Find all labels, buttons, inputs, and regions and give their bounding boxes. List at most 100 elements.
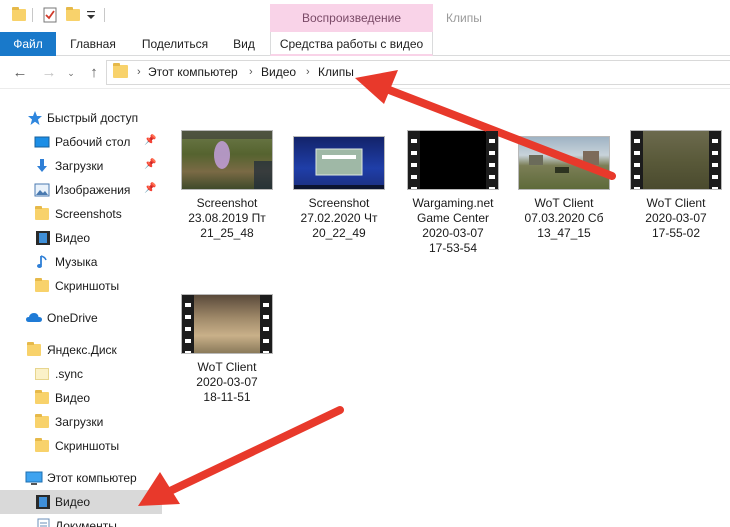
sidebar-item-screenshots[interactable]: Screenshots xyxy=(0,202,162,226)
file-name: Screenshot 27.02.2020 Чт 20_22_49 xyxy=(289,196,389,241)
file-name: Screenshot 23.08.2019 Пт 21_25_48 xyxy=(177,196,277,241)
file-name-line: WoT Client xyxy=(646,196,706,210)
file-name-line: 23.08.2019 Пт xyxy=(188,211,266,225)
pin-icon[interactable]: 📌 xyxy=(144,159,156,170)
sidebar-item-quick-access[interactable]: Быстрый доступ xyxy=(0,106,162,130)
folder-icon xyxy=(27,342,41,356)
file-name-line: 07.03.2020 Сб xyxy=(524,211,604,225)
sidebar-item-yd-video[interactable]: Видео xyxy=(0,386,162,410)
file-list: Screenshot 23.08.2019 Пт 21_25_48 Screen… xyxy=(163,90,730,527)
breadcrumb-clips[interactable]: Клипы xyxy=(318,61,354,84)
sidebar-item-label: Загрузки xyxy=(55,415,104,429)
sidebar-item-screenshots-ru[interactable]: Скриншоты xyxy=(0,274,162,298)
sidebar-item-this-pc[interactable]: Этот компьютер xyxy=(0,466,162,490)
sidebar-item-label: .sync xyxy=(55,367,84,381)
file-tile[interactable]: Screenshot 23.08.2019 Пт 21_25_48 xyxy=(177,130,277,241)
file-tile[interactable]: WoT Client 07.03.2020 Сб 13_47_15 xyxy=(514,130,614,241)
file-name-line: Screenshot xyxy=(196,196,258,210)
video-folder-icon xyxy=(35,230,51,246)
up-arrow-icon[interactable]: ↑ xyxy=(85,64,103,82)
file-name-line: 20_22_49 xyxy=(312,226,366,240)
properties-icon[interactable] xyxy=(42,7,58,23)
sidebar-item-label: Рабочий стол xyxy=(55,135,131,149)
chevron-right-icon[interactable]: › xyxy=(306,61,310,84)
new-folder-icon[interactable] xyxy=(66,7,80,21)
sidebar-item-label: Видео xyxy=(55,495,91,509)
file-name-line: 17-55-02 xyxy=(651,226,701,240)
sidebar-item-documents[interactable]: Документы xyxy=(0,514,162,527)
sidebar-item-downloads[interactable]: Загрузки 📌 xyxy=(0,154,162,178)
customize-dropdown-icon[interactable] xyxy=(86,7,102,23)
pin-icon[interactable]: 📌 xyxy=(144,183,156,194)
file-tile[interactable]: Screenshot 27.02.2020 Чт 20_22_49 xyxy=(289,130,389,241)
navigation-bar: ← → ⌄ ↑ › Этот компьютер › Видео › Клипы xyxy=(0,56,730,89)
sidebar-item-label: Документы xyxy=(55,519,117,527)
file-tile[interactable]: WoT Client 2020-03-07 17-55-02 xyxy=(626,130,726,241)
ribbon-tabs: Файл Главная Поделиться Вид Средства раб… xyxy=(0,32,730,56)
file-name: Wargaming.net Game Center 2020-03-07 17-… xyxy=(403,196,503,256)
sidebar-item-pictures[interactable]: Изображения 📌 xyxy=(0,178,162,202)
folder-icon[interactable] xyxy=(12,7,26,21)
sidebar-item-label: Изображения xyxy=(55,183,131,197)
file-name-line: 21_25_48 xyxy=(200,226,254,240)
recent-dropdown-icon[interactable]: ⌄ xyxy=(62,64,80,82)
breadcrumb-video[interactable]: Видео xyxy=(261,61,296,84)
sidebar-item-label: Загрузки xyxy=(55,159,104,173)
chevron-right-icon[interactable]: › xyxy=(249,61,253,84)
sidebar-item-yandex-disk[interactable]: Яндекс.Диск xyxy=(0,338,162,362)
folder-icon xyxy=(35,390,49,404)
pin-icon[interactable]: 📌 xyxy=(144,135,156,146)
tab-share[interactable]: Поделиться xyxy=(134,32,216,56)
video-thumbnail xyxy=(407,130,499,190)
file-name-line: WoT Client xyxy=(534,196,594,210)
cloud-icon xyxy=(25,310,42,326)
tab-file[interactable]: Файл xyxy=(0,32,56,56)
window-title: Клипы xyxy=(446,11,482,25)
file-name-line: 17-53-54 xyxy=(428,241,478,255)
folder-icon xyxy=(35,368,49,380)
tab-video-tools[interactable]: Средства работы с видео xyxy=(270,32,433,56)
folder-icon xyxy=(35,278,49,292)
sidebar-item-video[interactable]: Видео xyxy=(0,226,162,250)
computer-icon xyxy=(25,470,43,486)
file-name-line: Game Center xyxy=(416,211,490,225)
toolbar-divider xyxy=(104,8,105,22)
sidebar-item-sync[interactable]: .sync xyxy=(0,362,162,386)
sidebar-item-label: Скриншоты xyxy=(55,279,120,293)
file-tile[interactable]: Wargaming.net Game Center 2020-03-07 17-… xyxy=(403,130,503,256)
folder-icon xyxy=(35,414,49,428)
sidebar-item-onedrive[interactable]: OneDrive xyxy=(0,306,162,330)
file-name: WoT Client 2020-03-07 18-11-51 xyxy=(177,360,277,405)
file-name-line: 13_47_15 xyxy=(537,226,591,240)
sidebar-item-pc-video[interactable]: Видео xyxy=(0,490,162,514)
file-name-line: Screenshot xyxy=(308,196,370,210)
tab-view[interactable]: Вид xyxy=(226,32,262,56)
video-thumbnail xyxy=(181,294,273,354)
sidebar-item-label: Быстрый доступ xyxy=(47,111,139,125)
video-folder-icon xyxy=(35,494,51,510)
tab-home[interactable]: Главная xyxy=(60,32,126,56)
file-name-line: WoT Client xyxy=(197,360,257,374)
forward-arrow-icon[interactable]: → xyxy=(40,64,58,82)
sidebar-item-label: Музыка xyxy=(55,255,98,269)
sidebar-item-desktop[interactable]: Рабочий стол 📌 xyxy=(0,130,162,154)
desktop-icon xyxy=(34,134,50,150)
contextual-tab-group: Воспроизведение xyxy=(270,4,433,32)
sidebar-item-label: Этот компьютер xyxy=(47,471,137,485)
pictures-icon xyxy=(34,182,50,198)
quick-access-toolbar: Воспроизведение Клипы xyxy=(0,0,730,32)
sidebar-item-yd-screenshots[interactable]: Скриншоты xyxy=(0,434,162,458)
address-bar[interactable]: › Этот компьютер › Видео › Клипы xyxy=(106,60,730,85)
sidebar-item-label: Видео xyxy=(55,391,91,405)
file-name-line: 27.02.2020 Чт xyxy=(300,211,378,225)
breadcrumb-this-pc[interactable]: Этот компьютер xyxy=(148,61,238,84)
sidebar-item-music[interactable]: Музыка xyxy=(0,250,162,274)
back-arrow-icon[interactable]: ← xyxy=(11,64,29,82)
file-tile[interactable]: WoT Client 2020-03-07 18-11-51 xyxy=(177,294,277,405)
folder-icon xyxy=(35,438,49,452)
video-thumbnail xyxy=(630,130,722,190)
music-icon xyxy=(35,254,51,270)
chevron-right-icon[interactable]: › xyxy=(137,61,141,84)
video-thumbnail xyxy=(181,130,273,190)
sidebar-item-yd-downloads[interactable]: Загрузки xyxy=(0,410,162,434)
